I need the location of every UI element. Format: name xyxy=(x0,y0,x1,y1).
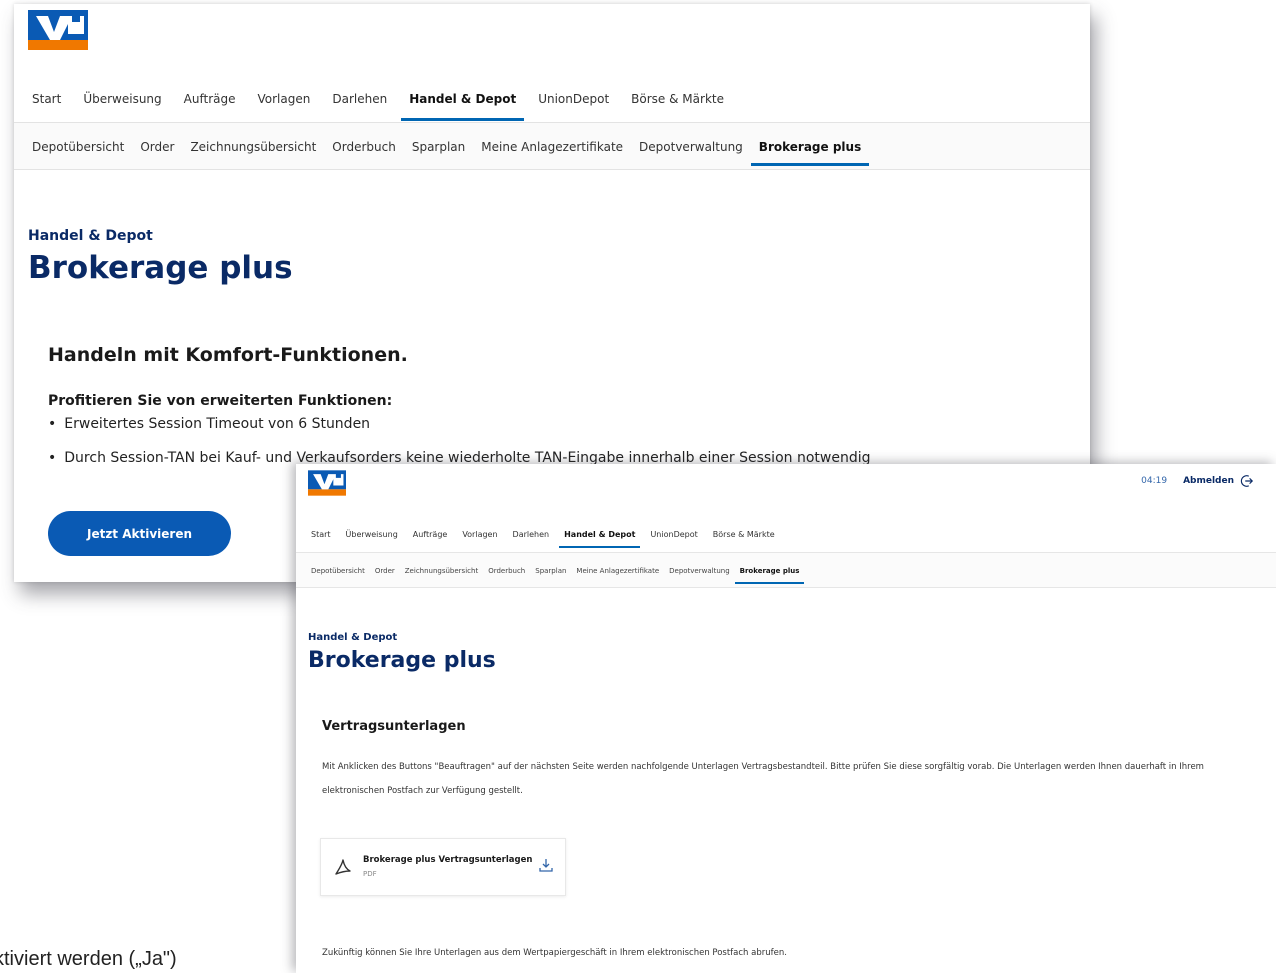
activate-button[interactable]: Jetzt Aktivieren xyxy=(48,511,231,556)
subnav-item-order[interactable]: Order xyxy=(140,140,174,154)
subnav-item-sparplan[interactable]: Sparplan xyxy=(412,140,465,154)
page-eyebrow: Handel & Depot xyxy=(28,228,153,244)
background-partial-text: ktiviert werden („Ja") xyxy=(0,948,177,970)
bank-logo[interactable] xyxy=(308,470,346,496)
session-timer: 04:19 xyxy=(1141,476,1168,486)
subnav-item-depotverwaltung[interactable]: Depotverwaltung xyxy=(669,567,730,575)
logout-icon[interactable] xyxy=(1240,474,1254,488)
nav-item-aufträge[interactable]: Aufträge xyxy=(184,90,236,122)
subnav-item-zeichnungsübersicht[interactable]: Zeichnungsübersicht xyxy=(190,140,316,154)
subnav-item-sparplan[interactable]: Sparplan xyxy=(535,567,566,575)
nav-item-start[interactable]: Start xyxy=(32,90,61,122)
stage: ktiviert werden („Ja") Start Überweisung A… xyxy=(0,0,1276,973)
subnav-item-depotverwaltung[interactable]: Depotverwaltung xyxy=(639,140,743,154)
document-title[interactable]: Brokerage plus Vertragsunterlagen xyxy=(363,855,532,865)
pdf-icon xyxy=(335,859,351,875)
document-type: PDF xyxy=(363,870,377,878)
main-nav: Start Überweisung Aufträge Vorlagen Darlehen… xyxy=(311,530,790,548)
section-headline: Handeln mit Komfort-Funktionen. xyxy=(48,344,408,366)
nav-item-aufträge[interactable]: Aufträge xyxy=(413,530,448,539)
sub-nav: Depotübersicht Order Zeichnungsübersicht Or… xyxy=(32,140,877,166)
nav-item-handel-depot[interactable]: Handel & Depot xyxy=(559,530,641,548)
contract-info-paragraph: Mit Anklicken des Buttons "Beauftragen" … xyxy=(322,762,1204,796)
page-title: Brokerage plus xyxy=(308,648,496,673)
nav-item-börse-märkte[interactable]: Börse & Märkte xyxy=(631,90,724,122)
nav-item-darlehen[interactable]: Darlehen xyxy=(332,90,387,122)
session-bar: 04:19 Abmelden xyxy=(1141,474,1254,488)
subnav-item-brokerage-plus[interactable]: Brokerage plus xyxy=(750,140,870,166)
section-subheadline: Profitieren Sie von erweiterten Funktion… xyxy=(48,393,393,409)
nav-item-überweisung[interactable]: Überweisung xyxy=(346,530,398,539)
sub-nav: Depotübersicht Order Zeichnungsübersicht Or… xyxy=(311,567,809,584)
feature-item: Erweitertes Session Timeout von 6 Stunde… xyxy=(48,416,871,450)
subnav-item-depotübersicht[interactable]: Depotübersicht xyxy=(32,140,124,154)
subnav-item-zeichnungsübersicht[interactable]: Zeichnungsübersicht xyxy=(405,567,478,575)
nav-item-vorlagen[interactable]: Vorlagen xyxy=(257,90,310,122)
bank-logo[interactable] xyxy=(28,10,88,50)
subnav-item-meine-anlagezertifikate[interactable]: Meine Anlagezertifikate xyxy=(576,567,659,575)
subnav-item-order[interactable]: Order xyxy=(375,567,395,575)
nav-item-darlehen[interactable]: Darlehen xyxy=(513,530,550,539)
screenshot-contract-documents: 04:19 Abmelden Start Überweisung Aufträge V… xyxy=(296,464,1276,973)
subnav-item-orderbuch[interactable]: Orderbuch xyxy=(488,567,525,575)
nav-item-uniondepot[interactable]: UnionDepot xyxy=(650,530,697,539)
nav-item-überweisung[interactable]: Überweisung xyxy=(83,90,161,122)
page-eyebrow: Handel & Depot xyxy=(308,632,398,643)
nav-item-handel-depot[interactable]: Handel & Depot xyxy=(401,90,525,122)
page-title: Brokerage plus xyxy=(28,250,293,286)
subnav-item-depotübersicht[interactable]: Depotübersicht xyxy=(311,567,365,575)
document-card[interactable]: Brokerage plus Vertragsunterlagen PDF xyxy=(320,838,566,896)
section-title: Vertragsunterlagen xyxy=(322,719,466,734)
nav-item-börse-märkte[interactable]: Börse & Märkte xyxy=(713,530,775,539)
nav-item-vorlagen[interactable]: Vorlagen xyxy=(462,530,497,539)
nav-item-uniondepot[interactable]: UnionDepot xyxy=(538,90,609,122)
download-icon[interactable] xyxy=(538,857,554,873)
nav-item-start[interactable]: Start xyxy=(311,530,331,539)
logout-link[interactable]: Abmelden xyxy=(1183,476,1234,486)
subnav-item-meine-anlagezertifikate[interactable]: Meine Anlagezertifikate xyxy=(481,140,623,154)
main-nav: Start Überweisung Aufträge Vorlagen Darlehen… xyxy=(32,90,746,122)
postfach-note: Zukünftig können Sie Ihre Unterlagen aus… xyxy=(322,948,787,958)
subnav-item-brokerage-plus[interactable]: Brokerage plus xyxy=(734,567,805,584)
subnav-item-orderbuch[interactable]: Orderbuch xyxy=(332,140,396,154)
